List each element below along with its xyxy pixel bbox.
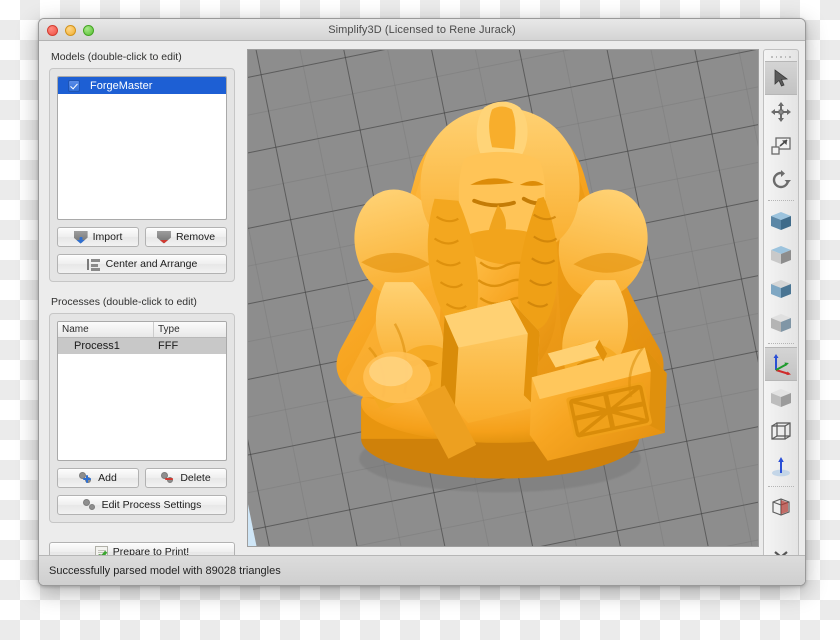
view-solid-tool[interactable] — [765, 204, 797, 238]
processes-group-title: Processes (double-click to edit) — [51, 296, 235, 308]
move-tool[interactable] — [765, 95, 797, 129]
solid-view-tool[interactable] — [765, 381, 797, 415]
toolbar-grip[interactable] — [771, 54, 791, 59]
toolbar-separator-3 — [768, 486, 794, 487]
3d-viewport[interactable] — [247, 49, 759, 547]
axis-gizmo-icon — [769, 352, 793, 376]
center-and-arrange-button[interactable]: Center and Arrange — [57, 254, 227, 274]
import-button-label: Import — [93, 231, 123, 243]
cube-cross-section-icon — [769, 495, 793, 519]
title-bar: Simplify3D (Licensed to Rene Jurack) — [39, 19, 805, 41]
edit-process-settings-label: Edit Process Settings — [102, 499, 202, 511]
column-header-name: Name — [58, 322, 154, 337]
select-tool[interactable] — [765, 61, 797, 95]
processes-panel: Name Type Process1 FFF Add — [49, 313, 235, 523]
center-arrange-icon — [87, 258, 101, 271]
table-row[interactable]: Process1 FFF — [58, 338, 226, 354]
edit-process-settings-button[interactable]: Edit Process Settings — [57, 495, 227, 515]
axis-arrow-icon — [769, 454, 793, 478]
add-process-button[interactable]: Add — [57, 468, 139, 488]
scale-icon — [770, 135, 792, 157]
remove-button-label: Remove — [176, 231, 215, 243]
move-arrows-icon — [770, 101, 792, 123]
model-3d-mesh[interactable] — [248, 50, 758, 546]
window-title: Simplify3D (Licensed to Rene Jurack) — [39, 19, 805, 41]
cube-wireframe-icon — [769, 420, 793, 444]
toolbar-separator-2 — [768, 343, 794, 344]
list-item[interactable]: ForgeMaster — [58, 77, 226, 94]
left-sidebar: Models (double-click to edit) ForgeMaste… — [39, 41, 243, 555]
remove-icon — [157, 231, 171, 244]
view-shaded-tool[interactable] — [765, 272, 797, 306]
add-button-label: Add — [98, 472, 117, 484]
center-and-arrange-label: Center and Arrange — [106, 258, 198, 270]
column-header-type: Type — [154, 322, 226, 337]
view-toolbar — [763, 49, 799, 577]
scale-tool[interactable] — [765, 129, 797, 163]
models-group-title: Models (double-click to edit) — [51, 51, 235, 63]
cube-grey-icon — [769, 312, 793, 334]
edit-settings-row: Edit Process Settings — [57, 495, 227, 515]
axes-tool[interactable] — [765, 347, 797, 381]
cube-blue-icon — [769, 210, 793, 232]
sidebar-divider — [49, 282, 235, 294]
cube-shaded-icon — [769, 278, 793, 300]
model-name: ForgeMaster — [90, 80, 152, 92]
processes-button-row: Add Delete — [57, 468, 227, 488]
application-window: Simplify3D (Licensed to Rene Jurack) Mod… — [38, 18, 806, 586]
center-arrange-row: Center and Arrange — [57, 254, 227, 274]
rotate-tool[interactable] — [765, 163, 797, 197]
prepare-divider — [49, 523, 235, 535]
cube-half-icon — [769, 244, 793, 266]
window-body: Models (double-click to edit) ForgeMaste… — [39, 41, 805, 585]
view-half-tool[interactable] — [765, 238, 797, 272]
delete-process-button[interactable]: Delete — [145, 468, 227, 488]
processes-table[interactable]: Name Type Process1 FFF — [57, 321, 227, 461]
process-name: Process1 — [58, 338, 154, 354]
view-grey-tool[interactable] — [765, 306, 797, 340]
import-icon — [74, 231, 88, 244]
models-button-row: Import Remove — [57, 227, 227, 247]
models-panel: ForgeMaster Import Remove — [49, 68, 235, 282]
status-message: Successfully parsed model with 89028 tri… — [39, 556, 805, 586]
toolbar-separator-1 — [768, 200, 794, 201]
models-list[interactable]: ForgeMaster — [57, 76, 227, 220]
cross-section-tool[interactable] — [765, 490, 797, 524]
wireframe-tool[interactable] — [765, 415, 797, 449]
normal-tool[interactable] — [765, 449, 797, 483]
delete-button-label: Delete — [180, 472, 210, 484]
rotate-icon — [770, 169, 792, 191]
import-button[interactable]: Import — [57, 227, 139, 247]
model-checkbox[interactable] — [68, 80, 80, 92]
process-type: FFF — [154, 338, 226, 354]
remove-button[interactable]: Remove — [145, 227, 227, 247]
table-header: Name Type — [58, 322, 226, 338]
cube-solid-grey-icon — [769, 387, 793, 409]
add-gear-icon — [79, 472, 93, 485]
cursor-icon — [771, 68, 791, 88]
status-bar: Successfully parsed model with 89028 tri… — [39, 555, 805, 585]
settings-gear-icon — [83, 499, 97, 512]
delete-gear-icon — [161, 472, 175, 485]
